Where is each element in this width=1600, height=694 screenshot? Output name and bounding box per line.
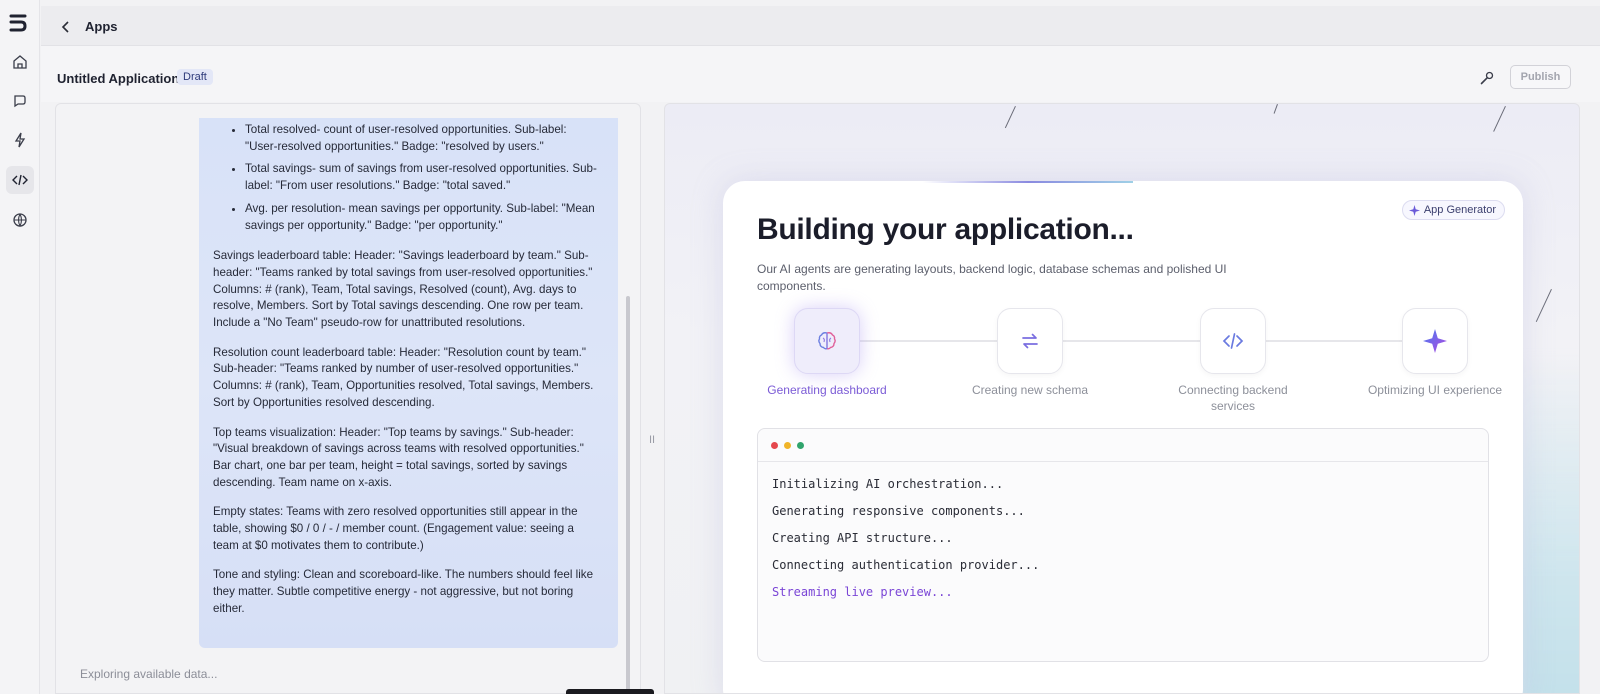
app-logo[interactable] xyxy=(7,12,29,34)
list-item: Avg. per resolution- mean savings per op… xyxy=(245,201,600,234)
background-glow xyxy=(1519,354,1579,693)
terminal-output: Initializing AI orchestration... Generat… xyxy=(758,462,1488,623)
prompt-paragraph: Empty states: Teams with zero resolved o… xyxy=(213,505,578,552)
sparkle-icon xyxy=(1408,204,1420,216)
log-line: Connecting authentication provider... xyxy=(772,558,1040,572)
progress-steps: Generating dashboard Creating new schema… xyxy=(757,308,1502,418)
step-label: Optimizing UI experience xyxy=(1367,383,1503,397)
prompt-bullet-list: Total resolved- count of user-resolved o… xyxy=(213,122,600,234)
yellow-dot-icon xyxy=(784,441,791,449)
globe-icon[interactable] xyxy=(6,206,34,234)
prompt-paragraph: Top teams visualization: Header: "Top te… xyxy=(213,425,584,489)
page-title: Building your application... xyxy=(757,213,1134,246)
top-bar: Apps xyxy=(41,6,1600,46)
step-label: Generating dashboard xyxy=(767,383,887,397)
prompt-paragraph: Tone and styling: Clean and scoreboard-l… xyxy=(213,568,594,615)
build-log-terminal: Initializing AI orchestration... Generat… xyxy=(757,428,1489,662)
step-label: Creating new schema xyxy=(971,383,1089,397)
log-line: Initializing AI orchestration... xyxy=(772,477,1004,491)
decorative-line xyxy=(1535,289,1552,323)
list-item: Total resolved- count of user-resolved o… xyxy=(245,122,600,155)
sparkle-icon xyxy=(1402,308,1468,374)
left-rail xyxy=(0,0,40,694)
wrench-icon[interactable] xyxy=(1479,70,1495,86)
home-icon[interactable] xyxy=(6,48,34,76)
back-arrow-icon[interactable] xyxy=(57,18,75,36)
chip-label: App Generator xyxy=(1423,204,1496,216)
preview-panel: App Generator Building your application.… xyxy=(664,103,1580,694)
terminal-header xyxy=(758,429,1488,462)
app-generator-chip[interactable]: App Generator xyxy=(1401,200,1505,220)
decorative-line xyxy=(1004,106,1016,129)
list-item: Total savings- sum of savings from user-… xyxy=(245,161,600,194)
pane-resize-handle[interactable]: II xyxy=(649,434,655,446)
lightning-sparkle-icon[interactable] xyxy=(6,126,34,154)
page-subtitle: Our AI agents are generating layouts, ba… xyxy=(757,262,1227,293)
step-connecting-backend: Connecting backend services xyxy=(1163,308,1303,414)
build-progress-card: App Generator Building your application.… xyxy=(723,181,1523,693)
chat-icon[interactable] xyxy=(6,87,34,115)
log-line: Creating API structure... xyxy=(772,531,953,545)
step-generating-dashboard: Generating dashboard xyxy=(757,308,897,398)
step-optimizing-ui: Optimizing UI experience xyxy=(1365,308,1505,398)
app-title[interactable]: Untitled Application xyxy=(57,71,179,86)
prompt-panel[interactable]: Total resolved- count of user-resolved o… xyxy=(55,103,641,694)
status-text: Exploring available data... xyxy=(80,667,218,681)
progress-indicator xyxy=(923,181,1133,183)
log-line: Generating responsive components... xyxy=(772,504,1025,518)
prompt-scrollbar[interactable] xyxy=(626,296,630,693)
publish-button[interactable]: Publish xyxy=(1510,65,1571,89)
step-creating-schema: Creating new schema xyxy=(960,308,1100,398)
bottom-popover-tab[interactable] xyxy=(566,689,654,694)
log-line-live: Streaming live preview... xyxy=(772,585,953,599)
prompt-paragraph: Resolution count leaderboard table: Head… xyxy=(213,345,594,409)
app-header: Untitled Application Draft Publish xyxy=(41,46,1600,102)
code-icon xyxy=(1200,308,1266,374)
arrows-swap-icon xyxy=(997,308,1063,374)
breadcrumb-apps[interactable]: Apps xyxy=(85,19,118,34)
step-connector xyxy=(827,340,1407,342)
status-badge: Draft xyxy=(177,69,213,85)
decorative-line xyxy=(1493,106,1506,132)
green-dot-icon xyxy=(797,441,804,449)
prompt-message: Total resolved- count of user-resolved o… xyxy=(199,118,618,648)
red-dot-icon xyxy=(771,441,778,449)
brain-icon xyxy=(794,308,860,374)
prompt-paragraph: Savings leaderboard table: Header: "Savi… xyxy=(213,249,593,330)
code-icon[interactable] xyxy=(6,166,34,194)
decorative-line xyxy=(1273,104,1278,114)
step-label: Connecting backend services xyxy=(1178,383,1288,413)
